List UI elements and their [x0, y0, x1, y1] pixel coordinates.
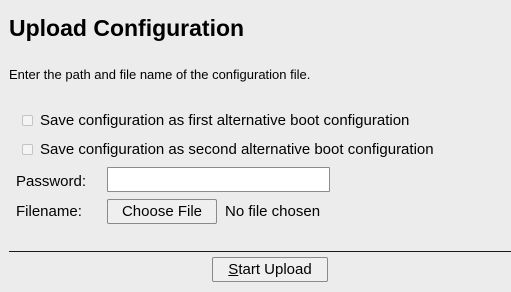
first-alt-boot-checkbox[interactable]: [22, 114, 33, 126]
intro-text: Enter the path and file name of the conf…: [9, 67, 311, 82]
second-alt-boot-label: Save configuration as second alternative…: [40, 140, 434, 158]
second-alt-boot-option[interactable]: Save configuration as second alternative…: [22, 140, 434, 158]
filename-label: Filename:: [16, 203, 82, 220]
start-upload-label: tart Upload: [238, 261, 312, 278]
second-alt-boot-checkbox[interactable]: [22, 143, 33, 155]
start-upload-accesskey: S: [228, 261, 239, 278]
file-status-text: No file chosen: [225, 203, 321, 220]
page-title: Upload Configuration: [9, 15, 245, 41]
password-input[interactable]: [107, 167, 330, 192]
password-label: Password:: [16, 173, 87, 190]
choose-file-button[interactable]: Choose File: [107, 199, 217, 224]
first-alt-boot-option[interactable]: Save configuration as first alternative …: [22, 111, 409, 129]
start-upload-button[interactable]: Start Upload: [212, 257, 328, 282]
divider: [9, 251, 511, 252]
first-alt-boot-label: Save configuration as first alternative …: [40, 111, 410, 129]
